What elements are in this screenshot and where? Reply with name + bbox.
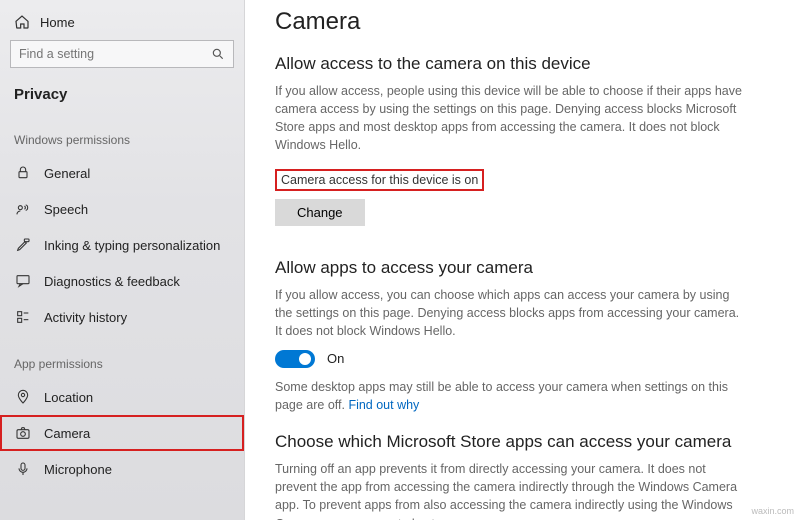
sidebar-item-label: Speech xyxy=(44,202,88,217)
watermark: waxin.com xyxy=(751,506,794,516)
sidebar-item-label: Inking & typing personalization xyxy=(44,238,220,253)
sidebar-item-label: Diagnostics & feedback xyxy=(44,274,180,289)
sidebar-item-label: Location xyxy=(44,390,93,405)
section3-title: Choose which Microsoft Store apps can ac… xyxy=(275,432,770,452)
location-icon xyxy=(14,388,32,406)
section3-body: Turning off an app prevents it from dire… xyxy=(275,460,745,520)
sidebar-item-diagnostics[interactable]: Diagnostics & feedback xyxy=(0,263,244,299)
section1-body: If you allow access, people using this d… xyxy=(275,82,745,155)
feedback-icon xyxy=(14,272,32,290)
search-container xyxy=(0,36,244,76)
app-permissions-label: App permissions xyxy=(0,335,244,379)
windows-permissions-label: Windows permissions xyxy=(0,111,244,155)
page-title: Camera xyxy=(275,8,770,36)
section2-note: Some desktop apps may still be able to a… xyxy=(275,378,745,414)
sidebar-item-label: Microphone xyxy=(44,462,112,477)
sidebar-item-microphone[interactable]: Microphone xyxy=(0,451,244,487)
speech-icon xyxy=(14,200,32,218)
camera-icon xyxy=(14,424,32,442)
sidebar-item-activity[interactable]: Activity history xyxy=(0,299,244,335)
sidebar-item-label: Activity history xyxy=(44,310,127,325)
home-icon xyxy=(14,14,30,30)
sidebar-item-location[interactable]: Location xyxy=(0,379,244,415)
note-text: Some desktop apps may still be able to a… xyxy=(275,380,728,412)
home-nav[interactable]: Home xyxy=(0,10,244,36)
sidebar-item-label: Camera xyxy=(44,426,90,441)
section1-title: Allow access to the camera on this devic… xyxy=(275,54,770,74)
pen-icon xyxy=(14,236,32,254)
sidebar-item-label: General xyxy=(44,166,90,181)
apps-access-toggle[interactable] xyxy=(275,350,315,368)
history-icon xyxy=(14,308,32,326)
privacy-header: Privacy xyxy=(0,76,244,111)
microphone-icon xyxy=(14,460,32,478)
section2-body: If you allow access, you can choose whic… xyxy=(275,286,745,340)
sidebar: Home Privacy Windows permissions General… xyxy=(0,0,245,520)
search-input[interactable] xyxy=(19,47,211,61)
sidebar-item-speech[interactable]: Speech xyxy=(0,191,244,227)
search-icon xyxy=(211,47,225,61)
main-content: Camera Allow access to the camera on thi… xyxy=(245,0,800,520)
toggle-knob xyxy=(299,353,311,365)
lock-icon xyxy=(14,164,32,182)
sidebar-item-general[interactable]: General xyxy=(0,155,244,191)
find-out-why-link[interactable]: Find out why xyxy=(348,398,419,412)
search-box[interactable] xyxy=(10,40,234,68)
change-button[interactable]: Change xyxy=(275,199,365,226)
apps-access-toggle-row: On xyxy=(275,350,770,368)
camera-access-status: Camera access for this device is on xyxy=(275,169,484,191)
section2-title: Allow apps to access your camera xyxy=(275,258,770,278)
sidebar-item-inking[interactable]: Inking & typing personalization xyxy=(0,227,244,263)
toggle-label: On xyxy=(327,351,344,366)
sidebar-item-camera[interactable]: Camera xyxy=(0,415,244,451)
home-label: Home xyxy=(40,15,75,30)
